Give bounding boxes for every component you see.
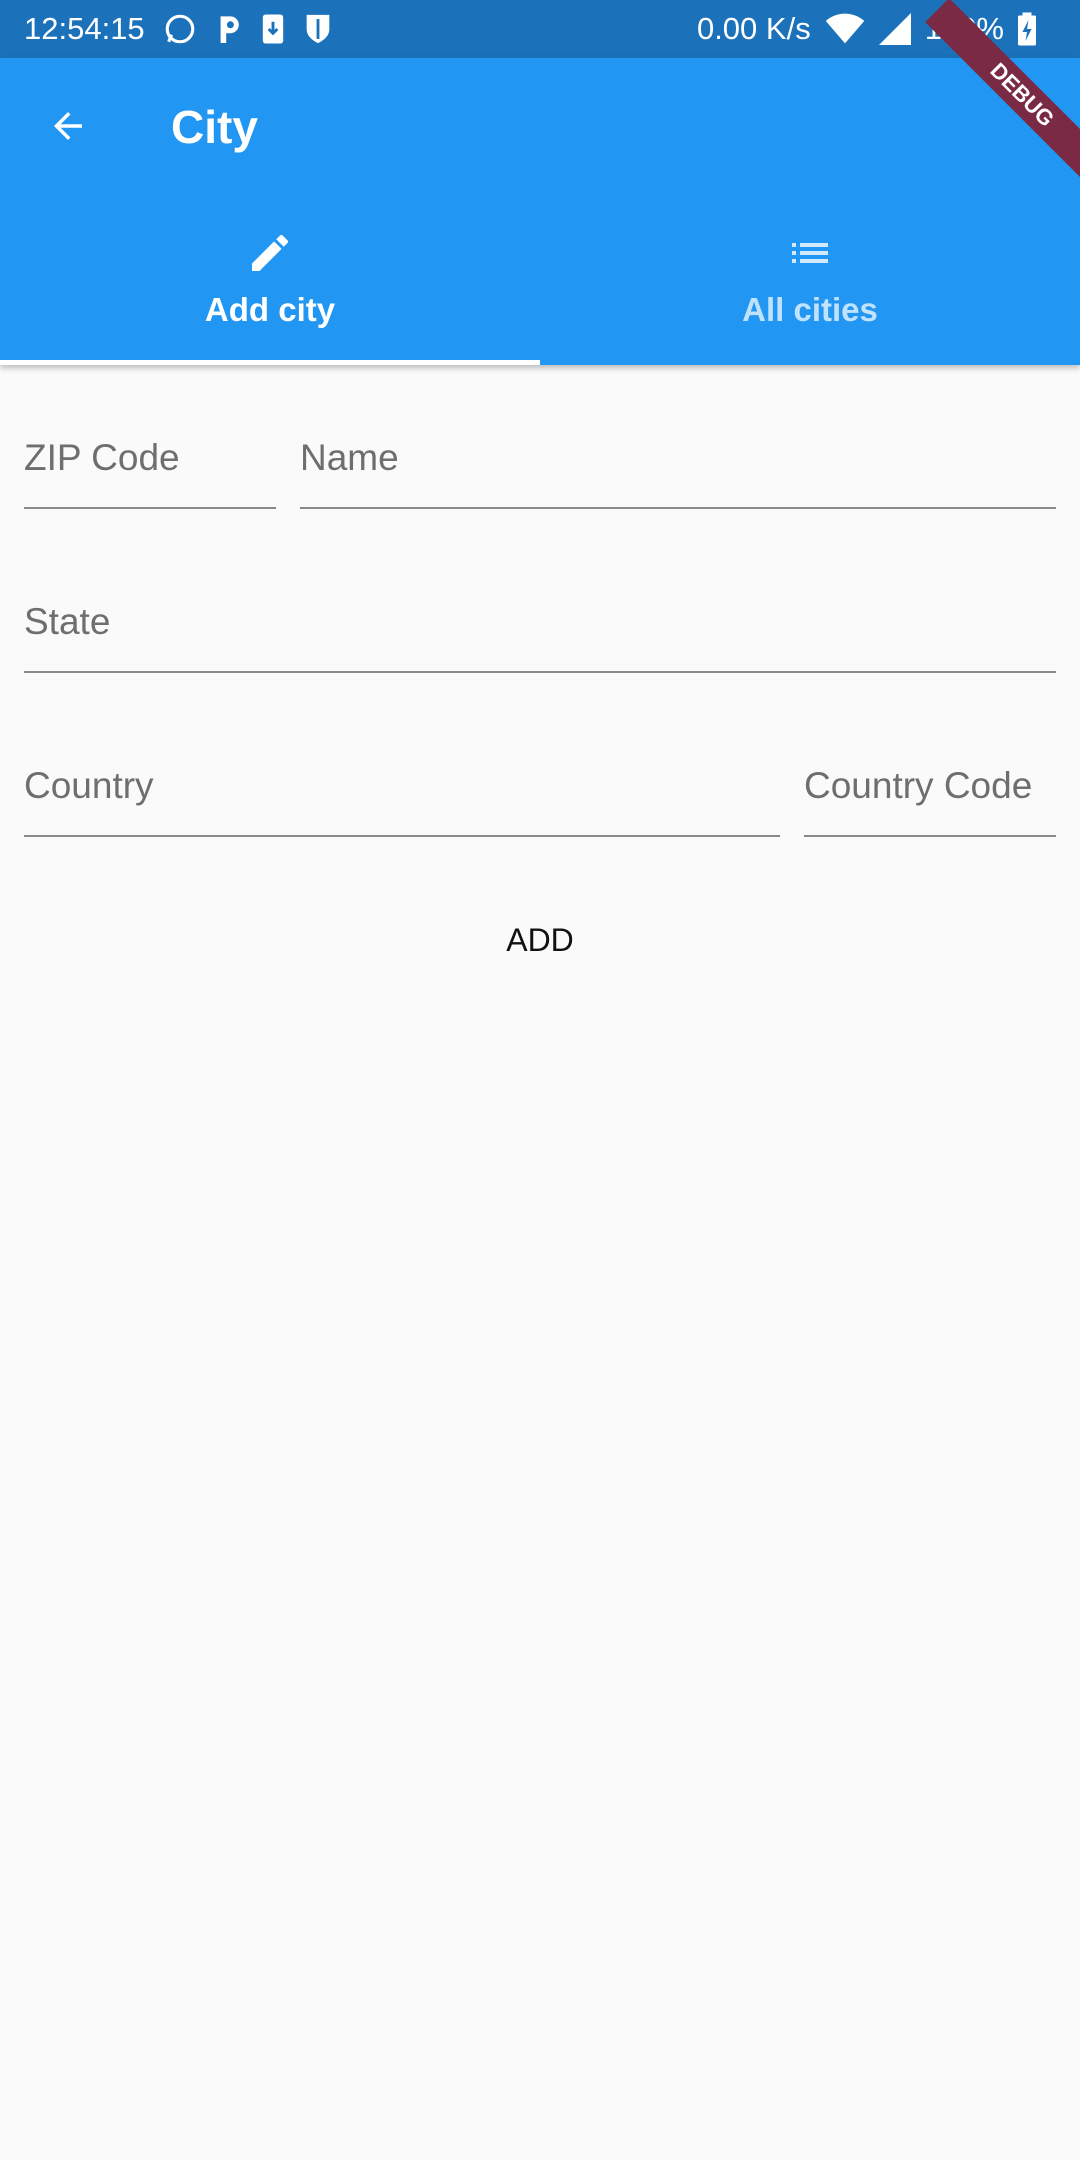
add-button[interactable]: ADD	[440, 910, 640, 970]
arrow-back-icon	[54, 112, 82, 140]
battery-charging-icon	[1018, 12, 1036, 46]
net-speed: 0.00 K/s	[696, 11, 811, 46]
field-label: Country	[24, 765, 154, 806]
field-label: Name	[300, 437, 399, 478]
p-icon	[220, 16, 239, 43]
clock: 12:54:15	[24, 11, 145, 46]
download-icon	[262, 14, 283, 44]
zip-code-field[interactable]: ZIP Code	[24, 437, 276, 509]
list-icon	[792, 242, 828, 263]
field-label: State	[24, 601, 111, 642]
tab-add-city[interactable]: Add city	[0, 192, 540, 365]
pencil-icon	[252, 234, 288, 271]
page-title: City	[171, 101, 258, 153]
state-field[interactable]: State	[24, 601, 1056, 673]
app-bar: City Add city All cities DEBUG	[0, 0, 1080, 365]
country-field[interactable]: Country	[24, 765, 780, 837]
whatsapp-icon	[165, 14, 194, 44]
shield-icon	[306, 14, 330, 44]
wifi-icon	[825, 13, 864, 44]
status-bar: 12:54:15 0.00 K/s 100%	[0, 0, 1080, 58]
country-code-field[interactable]: Country Code	[804, 765, 1056, 837]
tab-bar: Add city All cities	[0, 192, 1080, 365]
signal-icon	[878, 13, 911, 45]
tab-indicator	[0, 360, 540, 365]
field-label: Country Code	[804, 765, 1033, 806]
tab-label: Add city	[204, 290, 336, 328]
tab-label: All cities	[742, 290, 878, 328]
tab-all-cities[interactable]: All cities	[540, 192, 1080, 365]
field-label: ZIP Code	[24, 437, 180, 478]
back-button[interactable]	[40, 98, 96, 154]
name-field[interactable]: Name	[300, 437, 1056, 509]
